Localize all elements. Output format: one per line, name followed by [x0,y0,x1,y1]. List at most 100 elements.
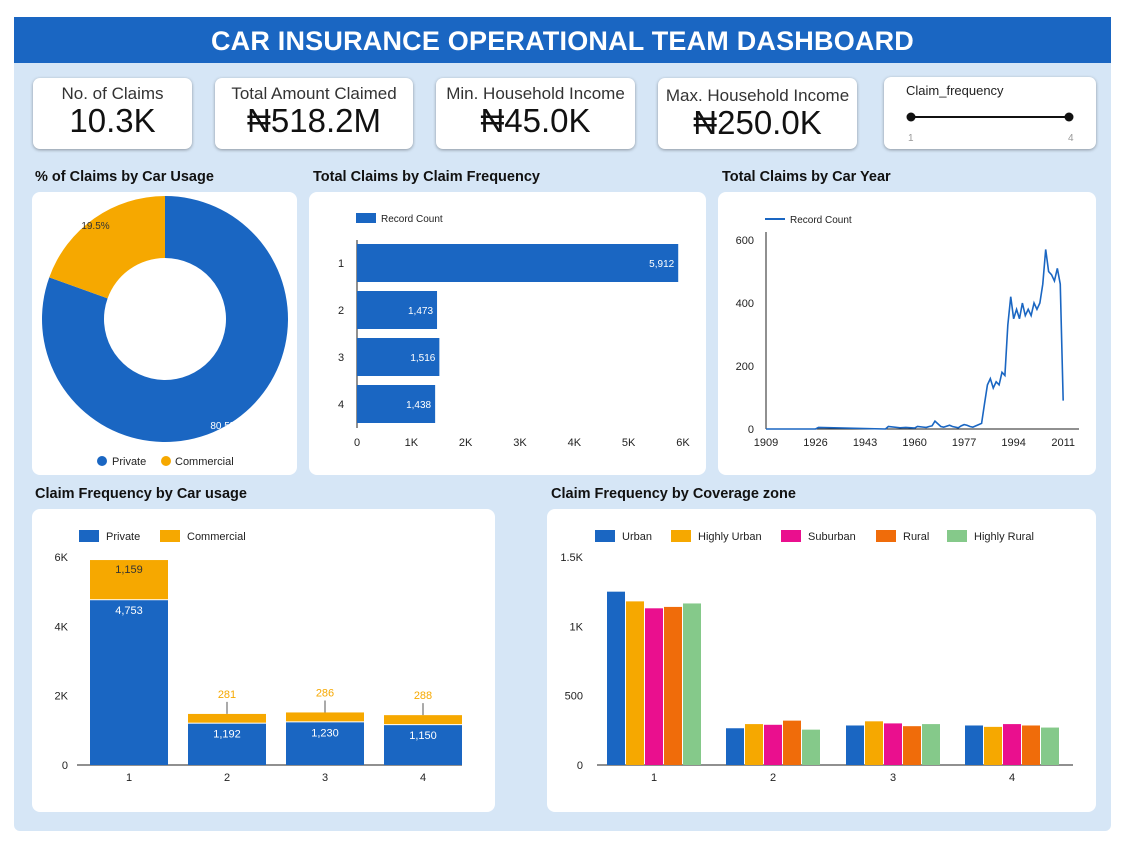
x-tick-label: 1926 [803,437,827,449]
series-line-record-count [766,249,1064,430]
bar-suburban-3 [884,723,902,765]
usage-donut-title: % of Claims by Car Usage [35,169,214,185]
y-tick-label: 1 [338,258,344,270]
bar-value-label-commercial: 281 [218,689,236,701]
x-tick-label: 3 [322,772,328,784]
bar-suburban-1 [645,608,663,765]
slider-max-label: 4 [1068,133,1074,144]
y-tick-label: 600 [736,235,754,247]
legend-marker-private [97,456,107,466]
usage-stacked-panel: Private Commercial 0 2K 4K 6K 4,753 1,159 1 1,192… [32,509,495,812]
bar-highly-urban-1 [626,601,644,765]
legend-marker-commercial [161,456,171,466]
x-tick-label: 1960 [902,437,926,449]
legend-marker-highly-rural [947,530,967,542]
donut-slice-label: 19.5% [81,221,109,232]
kpi-card-max-income: Max. Household Income ₦250.0K [658,78,857,149]
x-tick-label: 1K [405,437,419,449]
usage-donut-chart: 80.5% 19.5% Private Commercial [41,196,289,468]
zone-grouped-panel: Urban Highly Urban Suburban Rural Highly Rur… [547,509,1096,812]
bar-private-1 [90,600,168,765]
bar-rural-1 [664,606,682,765]
bar-highly-rural-2 [802,729,820,765]
kpi-card-min-income: Min. Household Income ₦45.0K [436,78,635,149]
x-tick-label: 1 [126,772,132,784]
kpi-label: Total Amount Claimed [231,84,397,103]
x-tick-label: 4K [568,437,582,449]
slider-max-handle[interactable] [1064,112,1074,122]
x-tick-label: 4 [420,772,426,784]
bar-highly-rural-3 [922,724,940,765]
x-tick-label: 4 [1009,772,1015,784]
usage-donut-panel: 80.5% 19.5% Private Commercial [32,192,297,475]
y-tick-label: 4 [338,399,344,411]
legend-marker-private [79,530,99,542]
x-tick-label: 0 [354,437,360,449]
kpi-label: Max. Household Income [665,86,850,105]
bar-rural-3 [903,726,921,765]
usage-stacked-chart: Private Commercial 0 2K 4K 6K 4,753 1,159 1 1,192… [55,530,462,784]
bar-value-label-private: 1,150 [409,730,437,742]
x-tick-label: 2 [224,772,230,784]
x-tick-label: 1909 [754,437,778,449]
x-tick-label: 1994 [1001,437,1025,449]
bar-highly-urban-3 [865,721,883,765]
freq-bar-chart: Record Count 5,912 1 1,473 2 1,516 3 1,438 4 0 1K 2… [338,213,690,449]
x-tick-label: 2K [459,437,473,449]
bar-value-label-private: 1,230 [311,727,339,739]
legend-marker-suburban [781,530,801,542]
y-tick-label: 4K [55,621,69,633]
legend-label: Record Count [790,215,852,226]
bar-rural-4 [1022,725,1040,765]
x-tick-label: 1977 [952,437,976,449]
y-tick-label: 2K [55,691,69,703]
legend-marker-record-count [356,213,376,223]
x-tick-label: 2011 [1051,437,1075,449]
kpi-value: ₦45.0K [480,102,591,139]
bar-rural-2 [783,720,801,765]
bar-highly-urban-2 [745,724,763,765]
bar-value-label-commercial: 288 [414,690,432,702]
y-tick-label: 0 [577,760,583,772]
slider-svg: 1 4 [906,112,1074,144]
x-tick-label: 6K [676,437,690,449]
bar-highly-rural-4 [1041,727,1059,765]
legend-label-private: Private [112,456,146,468]
y-tick-label: 2 [338,305,344,317]
y-tick-label: 1.5K [560,552,583,564]
freq-bar-panel: Record Count 5,912 1 1,473 2 1,516 3 1,438 4 0 1K 2… [309,192,706,475]
donut-slice-label: 80.5% [210,421,238,432]
zone-grouped-chart: Urban Highly Urban Suburban Rural Highly Rur… [560,530,1073,784]
bar-urban-3 [846,725,864,765]
x-tick-label: 1 [651,772,657,784]
freq-bar-title: Total Claims by Claim Frequency [313,169,540,185]
claim-frequency-slider-control: Claim_frequency 1 4 [884,77,1096,149]
bar-1 [357,244,679,282]
zone-grouped-title: Claim Frequency by Coverage zone [551,486,796,502]
year-line-title: Total Claims by Car Year [722,169,891,185]
legend-label-commercial: Commercial [175,456,234,468]
y-tick-label: 400 [736,298,754,310]
bar-highly-rural-1 [683,603,701,765]
bar-urban-1 [607,591,625,765]
x-tick-label: 3K [513,437,527,449]
y-tick-label: 0 [748,424,754,436]
kpi-card-claims: No. of Claims 10.3K [33,78,192,149]
y-tick-label: 1K [570,621,584,633]
bar-value-label: 1,473 [408,306,433,317]
bar-value-label-commercial: 1,159 [115,564,143,576]
bar-value-label: 5,912 [649,259,674,270]
bar-value-label-commercial: 286 [316,687,334,699]
year-line-chart: Record Count 0 200 400 600 1909 1926 1943 1960 19… [736,215,1079,449]
bar-value-label: 1,438 [406,400,431,411]
y-tick-label: 6K [55,552,69,564]
usage-stacked-title: Claim Frequency by Car usage [35,486,247,502]
bar-value-label-private: 1,192 [213,729,241,741]
kpi-value: 10.3K [69,102,156,139]
kpi-label: No. of Claims [61,84,164,103]
legend-marker-urban [595,530,615,542]
slider-min-label: 1 [908,133,914,144]
slider-min-handle[interactable] [906,112,916,122]
legend-label-urban: Urban [622,531,652,543]
donut-slice-commercial [49,196,165,299]
